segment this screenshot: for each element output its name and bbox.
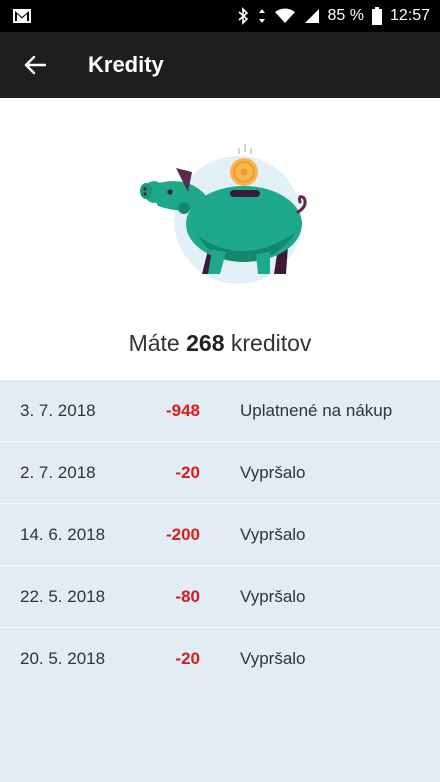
history-description: Vypršalo: [240, 463, 306, 482]
clock: 12:57: [389, 7, 430, 24]
status-bar-right: 85 % 12:57: [237, 7, 430, 25]
history-description: Vypršalo: [240, 525, 306, 544]
bluetooth-icon: [237, 7, 249, 25]
history-row: 2. 7. 2018 -20 Vypršalo: [0, 442, 440, 504]
wifi-icon: [275, 8, 296, 24]
history-date: 22. 5. 2018: [20, 587, 106, 606]
history-row: 3. 7. 2018 -948 Uplatnené na nákup: [0, 380, 440, 442]
history-date: 20. 5. 2018: [20, 649, 106, 668]
credits-summary-prefix: Máte: [128, 330, 180, 356]
credits-summary: Máte 268 kreditov: [0, 330, 440, 357]
credit-history-list: 3. 7. 2018 -948 Uplatnené na nákup 2. 7.…: [0, 380, 440, 782]
history-date: 2. 7. 2018: [20, 463, 96, 482]
history-row: 22. 5. 2018 -80 Vypršalo: [0, 566, 440, 628]
history-description: Vypršalo: [240, 649, 306, 668]
signal-icon: [303, 8, 320, 24]
gmail-icon: [12, 8, 32, 24]
credits-balance: 268: [186, 330, 225, 356]
history-amount: -20: [175, 463, 200, 482]
page-title: Kredity: [88, 52, 164, 77]
history-row: 20. 5. 2018 -20 Vypršalo: [0, 628, 440, 690]
history-description: Uplatnené na nákup: [240, 401, 393, 420]
status-bar: 85 % 12:57: [0, 0, 440, 32]
history-date: 14. 6. 2018: [20, 525, 106, 544]
arrow-back-icon: [24, 55, 46, 75]
battery-icon: [371, 7, 382, 25]
history-amount: -20: [175, 649, 200, 668]
history-date: 3. 7. 2018: [20, 401, 96, 420]
history-description: Vypršalo: [240, 587, 306, 606]
history-row: 14. 6. 2018 -200 Vypršalo: [0, 504, 440, 566]
status-bar-left: [12, 8, 32, 24]
credits-hero: Máte 268 kreditov: [0, 98, 440, 380]
history-amount: -948: [165, 401, 200, 420]
data-transfer-icon: [257, 7, 267, 25]
back-button[interactable]: [0, 32, 70, 98]
battery-percentage: 85 %: [327, 7, 364, 24]
history-amount: -200: [165, 525, 200, 544]
credits-summary-suffix: kreditov: [230, 330, 312, 356]
app-bar: Kredity: [0, 32, 440, 98]
history-amount: -80: [175, 587, 200, 606]
piggy-bank-illustration: [128, 132, 312, 292]
